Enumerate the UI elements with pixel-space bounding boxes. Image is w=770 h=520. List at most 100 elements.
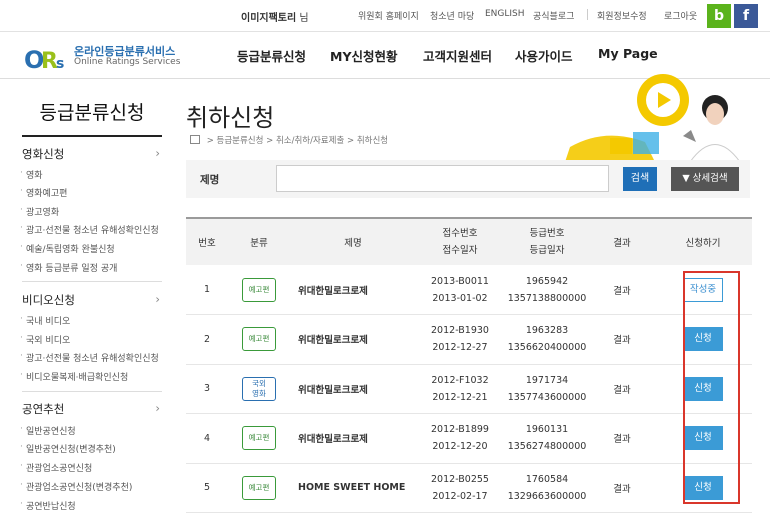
breadcrumb-item[interactable]: 등급분류신청 — [217, 136, 264, 146]
row-type: 예고편 — [228, 315, 290, 365]
logo-subtitle: Online Ratings Services — [74, 57, 181, 67]
table-header-row: 번호 분류 제명 접수번호 접수일자 등급번호 등급일자 결과 신청하기 — [186, 218, 752, 265]
row-type: 국외 영화 — [228, 364, 290, 414]
row-apply: 작성중 — [654, 265, 752, 315]
col-title: 제명 — [344, 238, 362, 249]
sidebar-title: 등급분류신청 — [39, 102, 145, 124]
detail-search-button[interactable]: ▼ 상세검색 — [671, 167, 739, 191]
header-illustration — [565, 74, 740, 162]
sidebar-rule — [22, 135, 162, 137]
col-grade: 등급번호 등급일자 — [529, 228, 565, 256]
table-row: 3 국외 영화 위대한밀로크로제 2012-F1032 2012-12-21 197… — [186, 364, 752, 414]
sidebar-item[interactable]: 공연반납신청 — [20, 499, 76, 512]
col-no: 번호 — [198, 238, 216, 249]
row-title: 위대한밀로크로제 — [298, 384, 368, 396]
row-type: 예고편 — [228, 463, 290, 513]
row-title: 위대한밀로크로제 — [298, 434, 368, 446]
col-result: 결과 — [613, 238, 631, 249]
sidebar-item[interactable]: 국내 비디오 — [20, 314, 70, 327]
sidebar-item[interactable]: 비디오물복제·배급확인신청 — [20, 370, 128, 383]
sidebar-item[interactable]: 광고영화 — [20, 205, 59, 218]
apply-button[interactable]: 신청 — [683, 376, 723, 401]
site-logo[interactable]: O R s 온라인등급분류서비스 Online Ratings Services — [24, 43, 184, 73]
apply-button[interactable]: 신청 — [683, 327, 723, 352]
row-title: HOME SWEET HOME — [298, 482, 406, 494]
row-result-link[interactable]: 결과 — [590, 315, 654, 365]
gnav-my-page[interactable]: My Page — [598, 46, 658, 61]
blog-link[interactable]: 공식블로그 — [533, 9, 574, 22]
apply-button[interactable]: 신청 — [683, 426, 723, 451]
row-title: 위대한밀로크로제 — [298, 335, 368, 347]
row-no: 3 — [203, 383, 211, 395]
row-no: 2 — [203, 333, 211, 345]
table-row: 1 예고편 위대한밀로크로제 2013-B0011 2013-01-02 1965… — [186, 265, 752, 315]
sidebar-item[interactable]: 일반공연신청 — [20, 424, 76, 437]
committee-home-link[interactable]: 위원회 홈페이지 — [358, 9, 419, 22]
facebook-icon[interactable]: f — [734, 4, 758, 28]
sidebar-item[interactable]: 국외 비디오 — [20, 333, 70, 346]
user-greeting: 이미지팩토리 님 — [241, 13, 309, 24]
sidebar-item[interactable]: 영화예고편 — [20, 186, 67, 199]
row-result-link[interactable]: 결과 — [590, 414, 654, 464]
row-title: 위대한밀로크로제 — [298, 285, 368, 297]
edit-profile-link[interactable]: 회원정보수정 — [597, 9, 647, 22]
row-receipt: 2012-B1930 2012-12-27 — [431, 325, 489, 354]
type-badge: 예고편 — [242, 426, 276, 451]
ors-logo-icon: O R s — [24, 46, 64, 72]
page-title: 취하신청 — [186, 104, 275, 132]
table-row: 2 예고편 위대한밀로크로제 2012-B1930 2012-12-27 1963… — [186, 315, 752, 365]
sidebar-item[interactable]: 예술/독립영화 완불신청 — [20, 242, 115, 255]
col-apply: 신청하기 — [685, 238, 721, 249]
sidebar-cat-performance[interactable]: 공연추천 › — [22, 401, 160, 417]
table-row: 4 예고편 위대한밀로크로제 2012-B1899 2012-12-20 1960… — [186, 414, 752, 464]
sidebar-item[interactable]: 영화 — [20, 168, 42, 181]
sidebar-item[interactable]: 관광업소공연신청(변경추천) — [20, 480, 132, 493]
breadcrumb-item[interactable]: 취소/취하/자료제출 — [276, 136, 344, 146]
row-grade: 1760584 1329663600000 — [507, 473, 587, 502]
type-badge: 예고편 — [242, 277, 276, 302]
col-type: 분류 — [250, 238, 268, 249]
row-result-link[interactable]: 결과 — [590, 364, 654, 414]
sidebar-cat-movie[interactable]: 영화신청 › — [22, 146, 160, 162]
gnav-support[interactable]: 고객지원센터 — [423, 46, 492, 65]
gnav-my-status[interactable]: MY신청현황 — [330, 46, 398, 65]
sidebar-item[interactable]: 광고·선전물 청소년 유해성확인신청 — [20, 223, 159, 236]
withdrawal-table: 번호 분류 제명 접수번호 접수일자 등급번호 등급일자 결과 신청하기 1 예고편… — [186, 217, 752, 513]
row-grade: 1963283 1356620400000 — [507, 325, 587, 354]
youth-link[interactable]: 청소년 마당 — [430, 9, 474, 22]
search-button[interactable]: 검색 — [623, 167, 657, 191]
sidebar-item[interactable]: 영화 등급분류 일정 공개 — [20, 261, 117, 274]
english-link[interactable]: ENGLISH — [485, 9, 525, 19]
row-result-link[interactable]: 결과 — [590, 265, 654, 315]
logout-link[interactable]: 로그아웃 — [664, 9, 697, 22]
gnav-rating-apply[interactable]: 등급분류신청 — [237, 46, 306, 65]
row-receipt: 2012-F1032 2012-12-21 — [431, 374, 489, 403]
chevron-right-icon: › — [155, 292, 160, 306]
breadcrumb: > 등급분류신청 > 취소/취하/자료제출 > 취하신청 — [190, 134, 388, 146]
row-grade: 1960131 1356274800000 — [507, 424, 587, 453]
row-type: 예고편 — [228, 414, 290, 464]
row-receipt: 2013-B0011 2013-01-02 — [431, 275, 489, 304]
sidebar-item[interactable]: 관광업소공연신청 — [20, 461, 92, 474]
row-grade: 1971734 1357743600000 — [507, 374, 587, 403]
row-no: 5 — [203, 482, 211, 494]
svg-text:s: s — [56, 56, 64, 72]
row-apply: 신청 — [654, 315, 752, 365]
sidebar-cat-video[interactable]: 비디오신청 › — [22, 292, 160, 308]
sidebar-item[interactable]: 광고·선전물 청소년 유해성확인신청 — [20, 351, 159, 364]
in-progress-button[interactable]: 작성중 — [683, 277, 723, 302]
row-receipt: 2012-B0255 2012-02-17 — [431, 473, 489, 502]
row-result-link[interactable]: 결과 — [590, 463, 654, 513]
breadcrumb-item: 취하신청 — [356, 136, 389, 146]
title-search-input[interactable] — [276, 165, 609, 192]
type-badge: 국외 영화 — [242, 376, 276, 401]
top-utility-bar: 이미지팩토리 님 위원회 홈페이지 청소년 마당 ENGLISH 공식블로그 회… — [0, 0, 770, 32]
sidebar-item[interactable]: 일반공연신청(변경추천) — [20, 442, 116, 455]
type-badge: 예고편 — [242, 327, 276, 352]
search-label: 제명 — [200, 174, 220, 186]
col-receipt: 접수번호 접수일자 — [442, 228, 478, 256]
gnav-guide[interactable]: 사용가이드 — [515, 46, 573, 65]
blog-icon[interactable]: b — [707, 4, 731, 28]
apply-button[interactable]: 신청 — [683, 475, 723, 500]
home-icon[interactable] — [190, 135, 200, 144]
